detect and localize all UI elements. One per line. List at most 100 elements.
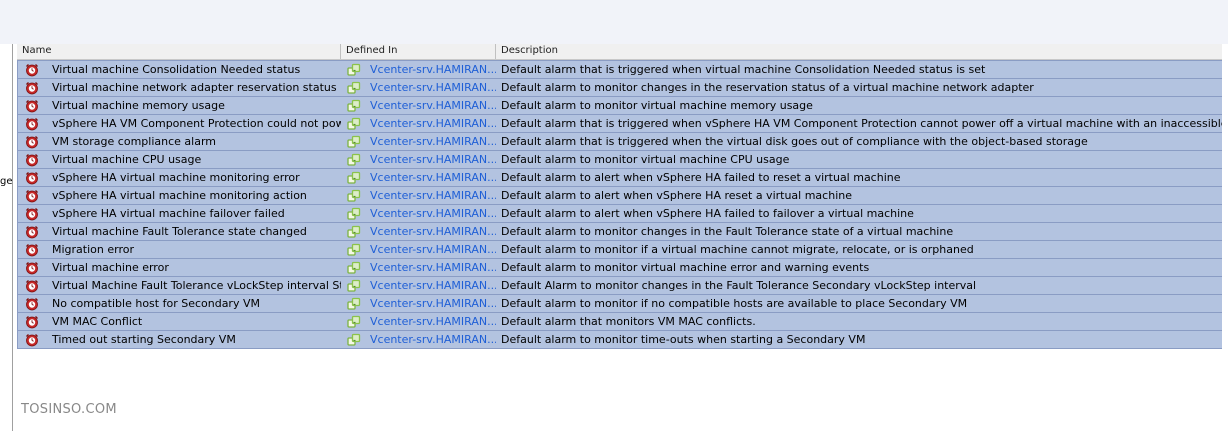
name-cell[interactable]: vSphere HA VM Component Protection could… <box>17 115 341 132</box>
name-cell[interactable]: Migration error <box>17 241 341 258</box>
defined-in-cell[interactable]: Vcenter-srv.HAMIRAN... <box>341 169 496 186</box>
vcenter-server-icon <box>347 99 361 113</box>
defined-in-cell[interactable]: Vcenter-srv.HAMIRAN... <box>341 295 496 312</box>
defined-in-cell[interactable]: Vcenter-srv.HAMIRAN... <box>341 313 496 330</box>
table-row[interactable]: vSphere HA VM Component Protection could… <box>17 114 1222 132</box>
name-cell[interactable]: Virtual machine memory usage <box>17 97 341 114</box>
name-cell[interactable]: Virtual machine CPU usage <box>17 151 341 168</box>
alarm-clock-icon <box>25 297 39 311</box>
defined-in-link[interactable]: Vcenter-srv.HAMIRAN... <box>370 259 496 276</box>
defined-in-cell[interactable]: Vcenter-srv.HAMIRAN... <box>341 115 496 132</box>
name-cell[interactable]: Virtual machine error <box>17 259 341 276</box>
name-cell[interactable]: vSphere HA virtual machine monitoring ac… <box>17 187 341 204</box>
vcenter-server-icon <box>347 153 361 167</box>
defined-in-cell[interactable]: Vcenter-srv.HAMIRAN... <box>341 133 496 150</box>
alarm-clock-icon <box>25 315 39 329</box>
defined-in-link[interactable]: Vcenter-srv.HAMIRAN... <box>370 187 496 204</box>
table-body: Virtual machine Consolidation Needed sta… <box>17 60 1222 349</box>
defined-in-link[interactable]: Vcenter-srv.HAMIRAN... <box>370 97 496 114</box>
name-cell[interactable]: vSphere HA virtual machine failover fail… <box>17 205 341 222</box>
panel-divider[interactable] <box>12 44 13 431</box>
name-cell[interactable]: Timed out starting Secondary VM <box>17 331 341 348</box>
defined-in-cell[interactable]: Vcenter-srv.HAMIRAN... <box>341 187 496 204</box>
defined-in-link[interactable]: Vcenter-srv.HAMIRAN... <box>370 295 496 312</box>
column-header-description[interactable]: Description <box>496 44 1222 59</box>
vcenter-server-icon <box>347 171 361 185</box>
vcenter-server-icon <box>347 63 361 77</box>
description-cell: Default Alarm to monitor changes in the … <box>501 279 977 292</box>
name-cell[interactable]: vSphere HA virtual machine monitoring er… <box>17 169 341 186</box>
defined-in-cell[interactable]: Vcenter-srv.HAMIRAN... <box>341 151 496 168</box>
alarm-clock-icon <box>25 243 39 257</box>
name-cell[interactable]: Virtual machine Fault Tolerance state ch… <box>17 223 341 240</box>
vcenter-server-icon <box>347 261 361 275</box>
defined-in-cell[interactable]: Vcenter-srv.HAMIRAN... <box>341 331 496 348</box>
alarm-clock-icon <box>25 225 39 239</box>
name-cell[interactable]: Virtual Machine Fault Tolerance vLockSte… <box>17 277 341 294</box>
defined-in-link[interactable]: Vcenter-srv.HAMIRAN... <box>370 61 496 78</box>
table-row[interactable]: Migration error Vcenter-srv.HAMIRAN... Def… <box>17 240 1222 258</box>
defined-in-cell[interactable]: Vcenter-srv.HAMIRAN... <box>341 97 496 114</box>
defined-in-link[interactable]: Vcenter-srv.HAMIRAN... <box>370 241 496 258</box>
vcenter-server-icon <box>347 207 361 221</box>
defined-in-link[interactable]: Vcenter-srv.HAMIRAN... <box>370 151 496 168</box>
description-cell: Default alarm to alert when vSphere HA f… <box>501 207 914 220</box>
table-row[interactable]: VM MAC Conflict Vcenter-srv.HAMIRAN... Def… <box>17 312 1222 330</box>
table-row[interactable]: Virtual machine network adapter reservat… <box>17 78 1222 96</box>
defined-in-link[interactable]: Vcenter-srv.HAMIRAN... <box>370 133 496 150</box>
table-row[interactable]: VM storage compliance alarm Vcenter-srv.H… <box>17 132 1222 150</box>
table-row[interactable]: Virtual machine memory usage Vcenter-srv.… <box>17 96 1222 114</box>
description-cell: Default alarm that monitors VM MAC confl… <box>501 315 756 328</box>
table-row[interactable]: Virtual machine CPU usage Vcenter-srv.HAM… <box>17 150 1222 168</box>
name-cell[interactable]: Virtual machine Consolidation Needed sta… <box>17 61 341 78</box>
name-cell[interactable]: VM MAC Conflict <box>17 313 341 330</box>
alarm-name: Migration error <box>52 243 134 256</box>
column-header-name[interactable]: Name <box>17 44 341 59</box>
defined-in-link[interactable]: Vcenter-srv.HAMIRAN... <box>370 331 496 348</box>
defined-in-cell[interactable]: Vcenter-srv.HAMIRAN... <box>341 205 496 222</box>
vcenter-server-icon <box>347 297 361 311</box>
alarm-name: Virtual machine CPU usage <box>52 153 202 166</box>
defined-in-link[interactable]: Vcenter-srv.HAMIRAN... <box>370 169 496 186</box>
table-row[interactable]: vSphere HA virtual machine monitoring er… <box>17 168 1222 186</box>
table-row[interactable]: Virtual Machine Fault Tolerance vLockSte… <box>17 276 1222 294</box>
defined-in-cell[interactable]: Vcenter-srv.HAMIRAN... <box>341 79 496 96</box>
name-cell[interactable]: Virtual machine network adapter reservat… <box>17 79 341 96</box>
alarm-name: vSphere HA virtual machine monitoring er… <box>52 171 300 184</box>
defined-in-cell[interactable]: Vcenter-srv.HAMIRAN... <box>341 277 496 294</box>
defined-in-link[interactable]: Vcenter-srv.HAMIRAN... <box>370 205 496 222</box>
defined-in-cell[interactable]: Vcenter-srv.HAMIRAN... <box>341 61 496 78</box>
description-cell: Default alarm to monitor if no compatibl… <box>501 297 968 310</box>
alarm-clock-icon <box>25 279 39 293</box>
table-row[interactable]: Virtual machine Fault Tolerance state ch… <box>17 222 1222 240</box>
table-row[interactable]: vSphere HA virtual machine failover fail… <box>17 204 1222 222</box>
description-cell: Default alarm to monitor time-outs when … <box>501 333 866 346</box>
vcenter-server-icon <box>347 81 361 95</box>
defined-in-link[interactable]: Vcenter-srv.HAMIRAN... <box>370 313 496 330</box>
table-row[interactable]: Virtual machine error Vcenter-srv.HAMIRAN… <box>17 258 1222 276</box>
table-row[interactable]: No compatible host for Secondary VM Vcent… <box>17 294 1222 312</box>
table-row[interactable]: Virtual machine Consolidation Needed sta… <box>17 60 1222 78</box>
name-cell[interactable]: VM storage compliance alarm <box>17 133 341 150</box>
table-row[interactable]: vSphere HA virtual machine monitoring ac… <box>17 186 1222 204</box>
defined-in-cell[interactable]: Vcenter-srv.HAMIRAN... <box>341 223 496 240</box>
alarm-clock-icon <box>25 135 39 149</box>
defined-in-cell[interactable]: Vcenter-srv.HAMIRAN... <box>341 259 496 276</box>
description-cell: Default alarm that is triggered when the… <box>501 135 1088 148</box>
vcenter-server-icon <box>347 189 361 203</box>
alarm-name: No compatible host for Secondary VM <box>52 297 260 310</box>
defined-in-link[interactable]: Vcenter-srv.HAMIRAN... <box>370 79 496 96</box>
alarm-clock-icon <box>25 81 39 95</box>
name-cell[interactable]: No compatible host for Secondary VM <box>17 295 341 312</box>
defined-in-link[interactable]: Vcenter-srv.HAMIRAN... <box>370 115 496 132</box>
alarm-clock-icon <box>25 207 39 221</box>
description-cell: Default alarm that is triggered when vir… <box>501 63 986 76</box>
description-cell: Default alarm to alert when vSphere HA f… <box>501 171 901 184</box>
column-header-defined-in[interactable]: Defined In <box>341 44 496 59</box>
defined-in-link[interactable]: Vcenter-srv.HAMIRAN... <box>370 277 496 294</box>
description-cell: Default alarm to alert when vSphere HA r… <box>501 189 852 202</box>
description-cell: Default alarm to monitor changes in the … <box>501 81 1034 94</box>
defined-in-link[interactable]: Vcenter-srv.HAMIRAN... <box>370 223 496 240</box>
table-row[interactable]: Timed out starting Secondary VM Vcenter-s… <box>17 330 1222 349</box>
defined-in-cell[interactable]: Vcenter-srv.HAMIRAN... <box>341 241 496 258</box>
